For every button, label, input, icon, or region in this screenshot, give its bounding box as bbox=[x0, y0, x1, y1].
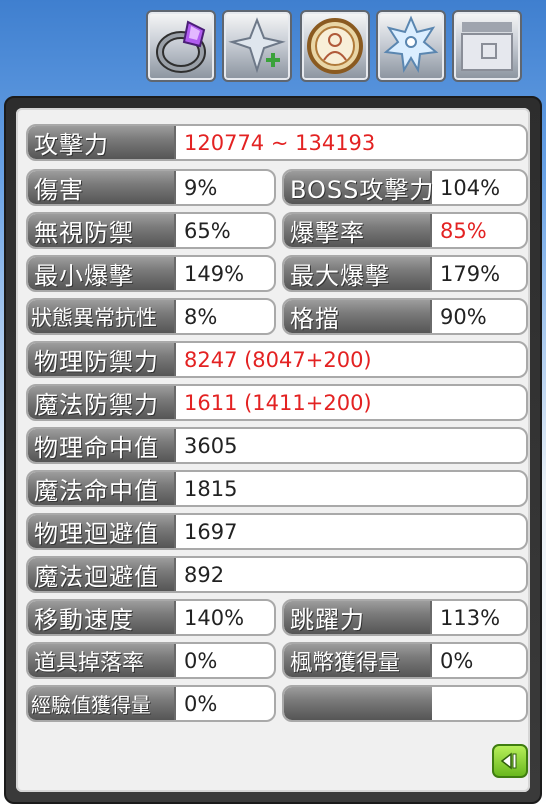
physical-defense-value: 8247 (8047+200) bbox=[184, 347, 372, 372]
magic-accuracy-stat: 魔法命中值 1815 bbox=[26, 470, 528, 507]
min-critical-label: 最小爆擊 bbox=[28, 257, 176, 290]
exp-gain-stat: 經驗值獲得量 0% bbox=[26, 685, 276, 722]
medallion-tab[interactable] bbox=[300, 10, 370, 82]
physical-accuracy-value: 3605 bbox=[184, 433, 238, 458]
physical-avoid-value: 1697 bbox=[184, 519, 238, 544]
stance-stat: 格擋 90% bbox=[282, 298, 528, 335]
meso-gain-stat: 楓幣獲得量 0% bbox=[282, 642, 528, 679]
physical-defense-stat: 物理防禦力 8247 (8047+200) bbox=[26, 341, 528, 378]
item-drop-value: 0% bbox=[184, 648, 218, 673]
max-critical-value: 179% bbox=[440, 261, 501, 286]
ring-icon bbox=[156, 20, 206, 73]
physical-avoid-stat: 物理迴避值 1697 bbox=[26, 513, 528, 550]
collapse-button[interactable] bbox=[492, 744, 528, 778]
boss-damage-value: 104% bbox=[440, 175, 501, 200]
min-critical-value: 149% bbox=[184, 261, 245, 286]
critical-rate-value: 85% bbox=[440, 218, 487, 243]
attack-label: 攻擊力 bbox=[28, 126, 176, 159]
critical-rate-stat: 爆擊率 85% bbox=[282, 212, 528, 249]
critical-rate-label: 爆擊率 bbox=[284, 214, 432, 247]
ignore-defense-value: 65% bbox=[184, 218, 231, 243]
jump-value: 113% bbox=[440, 605, 501, 630]
stance-value: 90% bbox=[440, 304, 487, 329]
boss-damage-label: BOSS攻擊力 bbox=[284, 171, 433, 204]
snowflake-tab[interactable] bbox=[376, 10, 446, 82]
medallion-icon bbox=[307, 18, 363, 74]
emblem-tab[interactable] bbox=[222, 10, 292, 82]
attack-stat: 攻擊力 120774 ~ 134193 bbox=[26, 124, 528, 161]
physical-defense-label: 物理防禦力 bbox=[28, 343, 176, 376]
magic-avoid-value: 892 bbox=[184, 562, 225, 587]
max-critical-stat: 最大爆擊 179% bbox=[282, 255, 528, 292]
ignore-defense-stat: 無視防禦 65% bbox=[26, 212, 276, 249]
stance-label: 格擋 bbox=[284, 300, 432, 333]
meso-gain-value: 0% bbox=[440, 648, 474, 673]
winged-emblem-icon bbox=[228, 17, 286, 74]
magic-accuracy-value: 1815 bbox=[184, 476, 238, 501]
boss-damage-stat: BOSS攻擊力 104% bbox=[282, 169, 528, 206]
min-critical-stat: 最小爆擊 149% bbox=[26, 255, 276, 292]
ignore-defense-label: 無視防禦 bbox=[28, 214, 176, 247]
exp-gain-label: 經驗值獲得量 bbox=[28, 687, 176, 720]
magic-avoid-label: 魔法迴避值 bbox=[28, 558, 176, 591]
snowflake-figure-icon bbox=[383, 15, 439, 74]
damage-label: 傷害 bbox=[28, 171, 176, 204]
jump-stat: 跳躍力 113% bbox=[282, 599, 528, 636]
physical-accuracy-label: 物理命中值 bbox=[28, 429, 176, 462]
status-resist-stat: 狀態異常抗性 8% bbox=[26, 298, 276, 335]
item-drop-label: 道具掉落率 bbox=[28, 644, 176, 677]
item-drop-stat: 道具掉落率 0% bbox=[26, 642, 276, 679]
equipment-tab-bar bbox=[146, 10, 524, 86]
speed-stat: 移動速度 140% bbox=[26, 599, 276, 636]
magic-avoid-stat: 魔法迴避值 892 bbox=[26, 556, 528, 593]
magic-defense-value: 1611 (1411+200) bbox=[184, 390, 372, 415]
physical-accuracy-stat: 物理命中值 3605 bbox=[26, 427, 528, 464]
physical-avoid-label: 物理迴避值 bbox=[28, 515, 176, 548]
card-slot-icon bbox=[461, 22, 513, 71]
speed-label: 移動速度 bbox=[28, 601, 176, 634]
card-slot-tab[interactable] bbox=[452, 10, 522, 82]
magic-accuracy-label: 魔法命中值 bbox=[28, 472, 176, 505]
exp-gain-value: 0% bbox=[184, 691, 218, 716]
magic-defense-label: 魔法防禦力 bbox=[28, 386, 176, 419]
magic-defense-stat: 魔法防禦力 1611 (1411+200) bbox=[26, 384, 528, 421]
meso-gain-label: 楓幣獲得量 bbox=[284, 644, 432, 677]
back-arrow-icon bbox=[500, 752, 517, 770]
damage-stat: 傷害 9% bbox=[26, 169, 276, 206]
empty-slot-label-area bbox=[284, 687, 432, 720]
attack-value: 120774 ~ 134193 bbox=[184, 130, 376, 155]
max-critical-label: 最大爆擊 bbox=[284, 257, 432, 290]
jump-label: 跳躍力 bbox=[284, 601, 432, 634]
empty-stat-slot bbox=[282, 685, 528, 722]
damage-value: 9% bbox=[184, 175, 218, 200]
status-resist-value: 8% bbox=[184, 304, 218, 329]
ring-tab[interactable] bbox=[146, 10, 216, 82]
speed-value: 140% bbox=[184, 605, 245, 630]
status-resist-label: 狀態異常抗性 bbox=[28, 300, 176, 333]
